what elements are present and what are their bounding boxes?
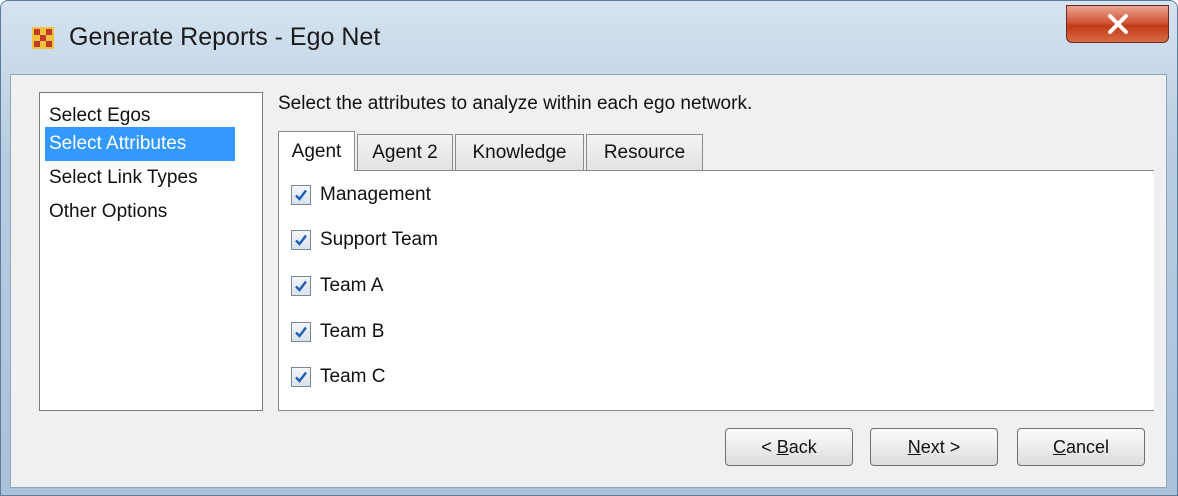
- checkmark-icon: [295, 280, 307, 292]
- checkbox-label: Team A: [320, 275, 384, 296]
- next-button-mnemonic: N: [907, 436, 921, 457]
- tab-agent[interactable]: Agent: [278, 131, 355, 171]
- next-button[interactable]: Next >: [870, 428, 998, 466]
- cancel-button-rest: ancel: [1065, 436, 1110, 457]
- tab-knowledge[interactable]: Knowledge: [455, 134, 584, 170]
- step-list: Select Egos Select Attributes Select Lin…: [39, 92, 263, 411]
- window-title: Generate Reports - Ego Net: [69, 23, 381, 51]
- ora-network-icon: [32, 27, 54, 49]
- attribute-checkbox-row[interactable]: Team A: [291, 271, 383, 301]
- checkbox[interactable]: [291, 230, 311, 250]
- attribute-checkbox-row[interactable]: Management: [291, 180, 431, 210]
- dialog-window: Generate Reports - Ego Net Select Egos S…: [0, 0, 1178, 496]
- attribute-checkbox-row[interactable]: Support Team: [291, 225, 438, 255]
- checkmark-icon: [295, 326, 307, 338]
- instruction-text: Select the attributes to analyze within …: [278, 93, 753, 114]
- checkbox-label: Team B: [320, 321, 385, 342]
- step-other-options[interactable]: Other Options: [45, 195, 171, 229]
- tab-agent-2[interactable]: Agent 2: [357, 134, 453, 170]
- close-button[interactable]: [1066, 5, 1169, 43]
- attribute-checkbox-row[interactable]: Team C: [291, 362, 385, 392]
- step-select-link-types[interactable]: Select Link Types: [45, 161, 202, 195]
- back-button-rest: ack: [788, 436, 817, 457]
- checkbox[interactable]: [291, 367, 311, 387]
- back-button[interactable]: < Back: [725, 428, 853, 466]
- back-button-mnemonic: B: [776, 436, 789, 457]
- checkmark-icon: [295, 189, 307, 201]
- dialog-content: Select Egos Select Attributes Select Lin…: [10, 74, 1167, 488]
- back-button-prefix: <: [761, 436, 777, 457]
- checkmark-icon: [295, 234, 307, 246]
- checkbox-label: Management: [320, 184, 431, 205]
- checkbox-label: Team C: [320, 366, 386, 387]
- tab-resource[interactable]: Resource: [586, 134, 703, 170]
- step-select-attributes[interactable]: Select Attributes: [45, 127, 235, 161]
- checkbox[interactable]: [291, 185, 311, 205]
- close-x-icon: [1107, 14, 1128, 34]
- attribute-checkbox-row[interactable]: Team B: [291, 317, 384, 347]
- next-button-rest: ext >: [920, 436, 961, 457]
- cancel-button[interactable]: Cancel: [1017, 428, 1145, 466]
- checkbox-label: Support Team: [320, 229, 438, 250]
- checkbox[interactable]: [291, 322, 311, 342]
- checkmark-icon: [295, 371, 307, 383]
- title-bar[interactable]: Generate Reports - Ego Net: [1, 1, 1177, 61]
- checkbox[interactable]: [291, 276, 311, 296]
- cancel-button-mnemonic: C: [1052, 436, 1066, 457]
- attribute-panel: Management Support Team Team A Team B Te…: [278, 170, 1154, 411]
